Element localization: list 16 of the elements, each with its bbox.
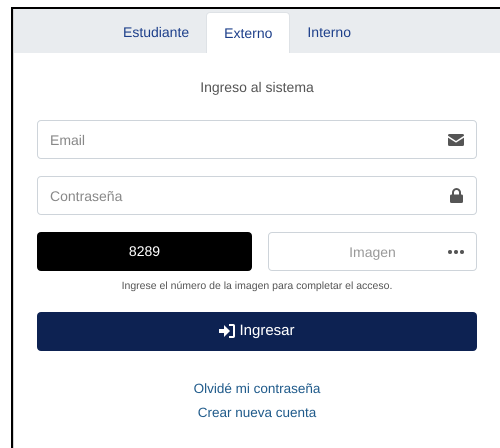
envelope-icon [448,134,464,146]
captcha-hint: Ingrese el número de la imagen para completar el acceso. [122,279,392,294]
sign-in-icon [219,324,236,338]
tab[interactable]: Interno [290,12,368,53]
captcha-field[interactable]: Imagen [268,232,477,271]
link[interactable]: Olvidé mi contraseña [194,378,320,399]
link[interactable]: Crear nueva cuenta [198,403,316,424]
captcha-image: 8289 [37,232,252,271]
lock-icon [450,188,463,203]
more-icon [448,250,464,254]
login-button[interactable]: Ingresar [37,312,477,351]
password-field[interactable]: Contraseña [37,176,477,215]
tab[interactable]: Externo [206,12,290,53]
form-heading: Ingreso al sistema [200,78,314,97]
email-field[interactable]: Email [37,120,477,159]
tab[interactable]: Estudiante [106,12,206,53]
